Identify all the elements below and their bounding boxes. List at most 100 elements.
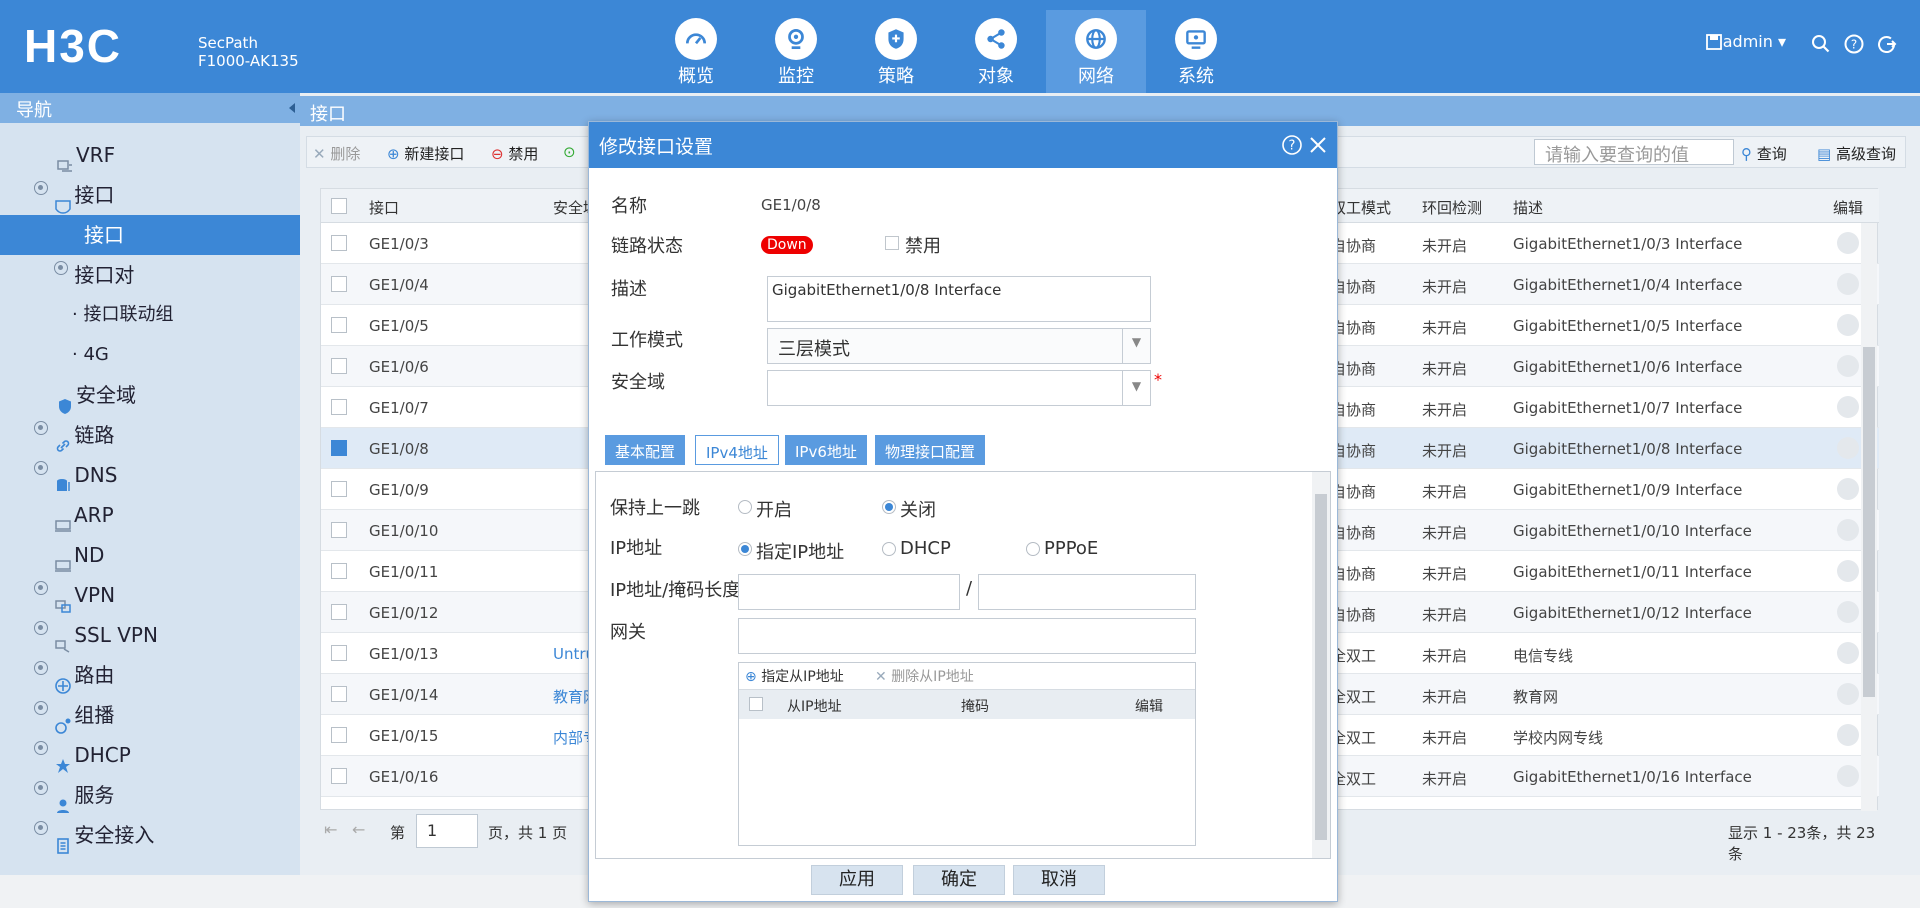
edit-icon[interactable] [1837,560,1859,582]
sidebar-item-4g[interactable]: · 4G [0,335,300,375]
row-checkbox[interactable] [331,768,347,784]
disable-button[interactable]: ⊖ 禁用 [491,143,538,164]
row-checkbox[interactable] [331,604,347,620]
logout-icon[interactable] [1876,33,1898,55]
scroll-thumb[interactable] [1863,347,1875,697]
save-icon[interactable] [1706,34,1722,50]
edit-icon[interactable] [1837,314,1859,336]
ip-dhcp-radio[interactable] [882,542,896,556]
col-desc[interactable]: 描述 [1513,197,1543,218]
sidebar-item-linkage-group[interactable]: · 接口联动组 [0,295,300,335]
row-checkbox[interactable] [331,686,347,702]
row-checkbox[interactable] [331,358,347,374]
row-checkbox[interactable] [331,276,347,292]
select-all-checkbox[interactable] [331,198,347,214]
col-duplex[interactable]: 双工模式 [1331,197,1391,218]
nav-system[interactable]: 系统 [1146,10,1246,93]
description-field[interactable]: GigabitEthernet1/0/8 Interface [767,276,1151,322]
gateway-input[interactable] [738,618,1196,654]
enable-icon[interactable]: ⊙ [563,143,576,161]
close-icon[interactable] [1307,134,1329,156]
edit-icon[interactable] [1837,273,1859,295]
col-interface[interactable]: 接口 [369,197,399,218]
row-checkbox[interactable] [331,399,347,415]
nav-policy[interactable]: 策略 [846,10,946,93]
ip-address-input[interactable] [738,574,960,610]
work-mode-select[interactable]: 三层模式 ▼ [767,328,1151,364]
user-menu[interactable]: admin ▾ [1723,32,1786,51]
row-checkbox[interactable] [331,727,347,743]
delete-button[interactable]: ✕ 删除 [313,143,360,164]
edit-icon[interactable] [1837,355,1859,377]
sidebar-item-security-access[interactable]: 安全接入 [0,815,300,855]
row-checkbox[interactable] [331,317,347,333]
panel-scrollbar[interactable] [1312,472,1330,858]
keep-hop-on-radio[interactable] [738,500,752,514]
table-scrollbar[interactable] [1861,223,1877,811]
add-secondary-ip-button[interactable]: ⊕ 指定从IP地址 [745,666,844,686]
row-checkbox[interactable] [331,563,347,579]
sidebar-item-nd[interactable]: ND [0,535,300,575]
sidebar-item-ssl-vpn[interactable]: SSL VPN [0,615,300,655]
advanced-query-button[interactable]: ▤ 高级查询 [1817,143,1896,164]
search-input[interactable]: 请输入要查询的值 [1534,139,1734,166]
sidebar-item-multicast[interactable]: 组播 [0,695,300,735]
col-loop[interactable]: 环回检测 [1422,197,1482,218]
security-zone-select[interactable]: ▼ [767,370,1151,406]
edit-icon[interactable] [1837,396,1859,418]
edit-icon[interactable] [1837,601,1859,623]
collapse-sidebar-button[interactable] [286,98,298,118]
sidebar-item-vrf[interactable]: VRF [0,135,300,175]
edit-icon[interactable] [1837,437,1859,459]
sidebar-item-link[interactable]: 链路 [0,415,300,455]
prev-page-icon[interactable]: ← [352,820,365,839]
cancel-button[interactable]: 取消 [1013,865,1105,895]
row-checkbox[interactable] [331,481,347,497]
ok-button[interactable]: 确定 [913,865,1005,895]
mask-length-input[interactable] [978,574,1196,610]
row-checkbox[interactable] [331,522,347,538]
nav-overview[interactable]: 概览 [646,10,746,93]
new-interface-button[interactable]: ⊕ 新建接口 [387,143,464,164]
sidebar-item-arp[interactable]: ARP [0,495,300,535]
tab-physical[interactable]: 物理接口配置 [875,435,986,465]
page-input[interactable]: 1 [416,814,478,848]
edit-icon[interactable] [1837,642,1859,664]
tab-basic[interactable]: 基本配置 [605,435,686,465]
edit-icon[interactable] [1837,683,1859,705]
apply-button[interactable]: 应用 [811,865,903,895]
tab-ipv4[interactable]: IPv4地址 [695,435,779,465]
sidebar-item-security-zone[interactable]: 安全域 [0,375,300,415]
first-page-icon[interactable]: ⇤ [324,820,337,839]
edit-icon[interactable] [1837,478,1859,500]
edit-icon[interactable] [1837,519,1859,541]
nav-object[interactable]: 对象 [946,10,1046,93]
row-checkbox[interactable] [331,235,347,251]
sidebar-item-interface-group[interactable]: 接口 [0,175,300,215]
panel-scroll-thumb[interactable] [1315,494,1327,840]
sidebar-item-vpn[interactable]: VPN [0,575,300,615]
delete-secondary-ip-button[interactable]: ✕ 删除从IP地址 [875,666,974,686]
edit-icon[interactable] [1837,724,1859,746]
ip-static-radio[interactable] [738,542,752,556]
nav-monitor[interactable]: 监控 [746,10,846,93]
sidebar-item-dhcp[interactable]: DHCP [0,735,300,775]
query-button[interactable]: ⚲ 查询 [1741,143,1787,164]
sidebar-item-dns[interactable]: DNS [0,455,300,495]
sidebar-item-interface-pair[interactable]: 接口对 [0,255,300,295]
row-checkbox[interactable] [331,645,347,661]
disable-checkbox[interactable] [885,236,899,250]
edit-icon[interactable] [1837,232,1859,254]
nav-network[interactable]: 网络 [1046,10,1146,93]
edit-icon[interactable] [1837,765,1859,787]
row-checkbox[interactable] [331,440,347,456]
search-icon[interactable] [1810,33,1832,55]
help-icon[interactable]: ? [1281,134,1303,156]
ip-pppoe-radio[interactable] [1026,542,1040,556]
sidebar-item-routing[interactable]: 路由 [0,655,300,695]
keep-hop-off-radio[interactable] [882,500,896,514]
tab-ipv6[interactable]: IPv6地址 [785,435,867,465]
sidebar-item-interface[interactable]: 接口 [0,215,300,255]
help-icon[interactable]: ? [1843,33,1865,55]
secondary-select-all-checkbox[interactable] [749,697,763,711]
